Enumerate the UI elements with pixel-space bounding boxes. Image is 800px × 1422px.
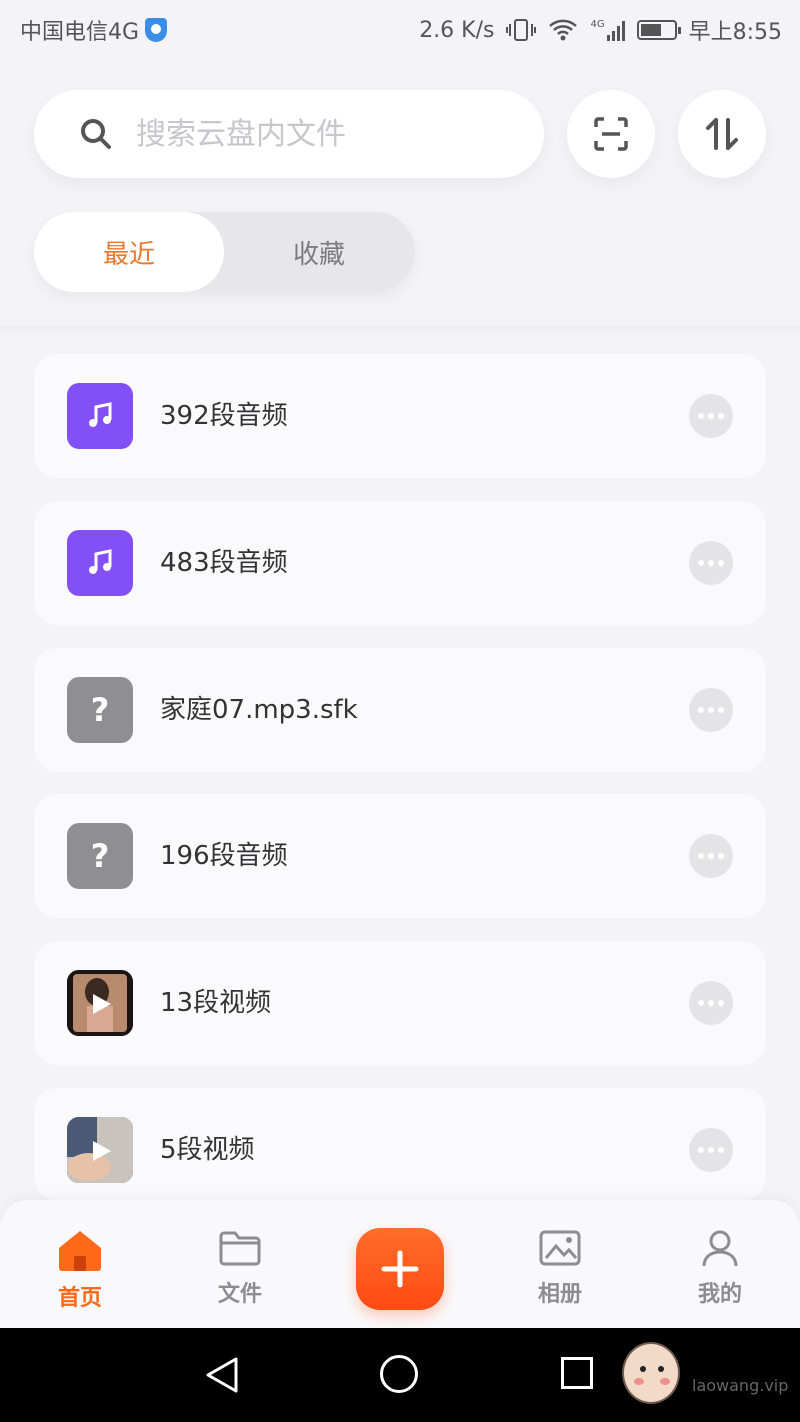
photo-album-icon xyxy=(539,1230,581,1266)
video-thumbnail xyxy=(67,1117,133,1183)
system-navigation-bar: laowang.vip xyxy=(0,1328,800,1422)
scan-button[interactable] xyxy=(567,90,655,178)
more-options-button[interactable] xyxy=(689,688,733,732)
file-name: 483段音频 xyxy=(160,548,288,578)
search-input[interactable] xyxy=(136,116,516,152)
carrier-label: 中国电信4G xyxy=(20,20,140,45)
file-name: 392段音频 xyxy=(160,401,288,431)
file-row[interactable]: 5段视频 xyxy=(34,1088,766,1200)
vibrate-icon xyxy=(506,19,537,41)
tab-home[interactable]: 首页 xyxy=(20,1228,140,1312)
battery-icon xyxy=(636,20,681,40)
more-options-button[interactable] xyxy=(689,1128,733,1172)
tab-recent[interactable]: 最近 xyxy=(34,212,224,292)
sort-button[interactable] xyxy=(678,90,766,178)
sort-icon xyxy=(706,118,738,150)
network-speed: 2.6 K/s xyxy=(419,17,495,43)
security-shield-icon xyxy=(145,18,168,42)
more-options-button[interactable] xyxy=(689,394,733,438)
file-name: 5段视频 xyxy=(160,1135,255,1165)
music-note-icon xyxy=(89,402,112,427)
more-options-button[interactable] xyxy=(689,541,733,585)
recent-apps-icon[interactable] xyxy=(561,1357,593,1389)
folder-icon xyxy=(219,1231,261,1266)
wifi-icon xyxy=(549,19,578,41)
tab-album[interactable]: 相册 xyxy=(500,1228,620,1308)
user-icon xyxy=(702,1230,738,1267)
plus-icon xyxy=(381,1250,419,1288)
status-left: 中国电信4G xyxy=(20,14,168,46)
clock: 早上8:55 xyxy=(688,20,782,45)
question-mark-icon: ? xyxy=(67,677,133,743)
status-right: 2.6 K/s 4G 早上8:55 xyxy=(419,14,782,46)
tab-favorites[interactable]: 收藏 xyxy=(224,212,414,292)
file-name: 13段视频 xyxy=(160,988,272,1018)
music-note-icon xyxy=(89,549,112,574)
file-row[interactable]: ? 196段音频 xyxy=(34,794,766,918)
tab-mine-label: 我的 xyxy=(697,1282,742,1307)
audio-file-thumb xyxy=(67,383,133,449)
more-options-button[interactable] xyxy=(689,981,733,1025)
tab-home-label: 首页 xyxy=(57,1286,102,1311)
search-icon xyxy=(66,104,126,164)
video-thumbnail xyxy=(67,970,133,1036)
file-row[interactable]: 392段音频 xyxy=(34,354,766,478)
network-type-label: 4G xyxy=(590,19,605,30)
tab-files[interactable]: 文件 xyxy=(180,1228,300,1308)
file-name: 196段音频 xyxy=(160,841,288,871)
tab-album-label: 相册 xyxy=(537,1282,582,1307)
search-bar[interactable] xyxy=(34,90,544,178)
file-name: 家庭07.mp3.sfk xyxy=(160,695,358,725)
watermark-text: laowang.vip xyxy=(692,1376,789,1395)
play-icon xyxy=(67,970,133,1036)
file-row[interactable]: 13段视频 xyxy=(34,941,766,1065)
scan-icon xyxy=(594,117,628,151)
cellular-signal-icon: 4G xyxy=(590,19,625,41)
watermark-face-icon xyxy=(622,1342,680,1404)
header-divider xyxy=(0,326,800,334)
tab-files-label: 文件 xyxy=(217,1282,262,1307)
file-row[interactable]: 483段音频 xyxy=(34,501,766,625)
more-options-button[interactable] xyxy=(689,834,733,878)
home-circle-icon[interactable] xyxy=(380,1355,418,1393)
question-mark-icon: ? xyxy=(67,823,133,889)
file-row[interactable]: ? 家庭07.mp3.sfk xyxy=(34,648,766,772)
back-icon[interactable] xyxy=(202,1355,242,1395)
audio-file-thumb xyxy=(67,530,133,596)
add-button[interactable] xyxy=(356,1228,444,1310)
status-bar: 中国电信4G 2.6 K/s 4G 早上8:55 xyxy=(0,0,800,56)
play-icon xyxy=(67,1117,133,1183)
tab-mine[interactable]: 我的 xyxy=(660,1228,780,1308)
recent-favorites-toggle: 最近 收藏 xyxy=(34,212,415,292)
home-icon xyxy=(59,1231,101,1271)
